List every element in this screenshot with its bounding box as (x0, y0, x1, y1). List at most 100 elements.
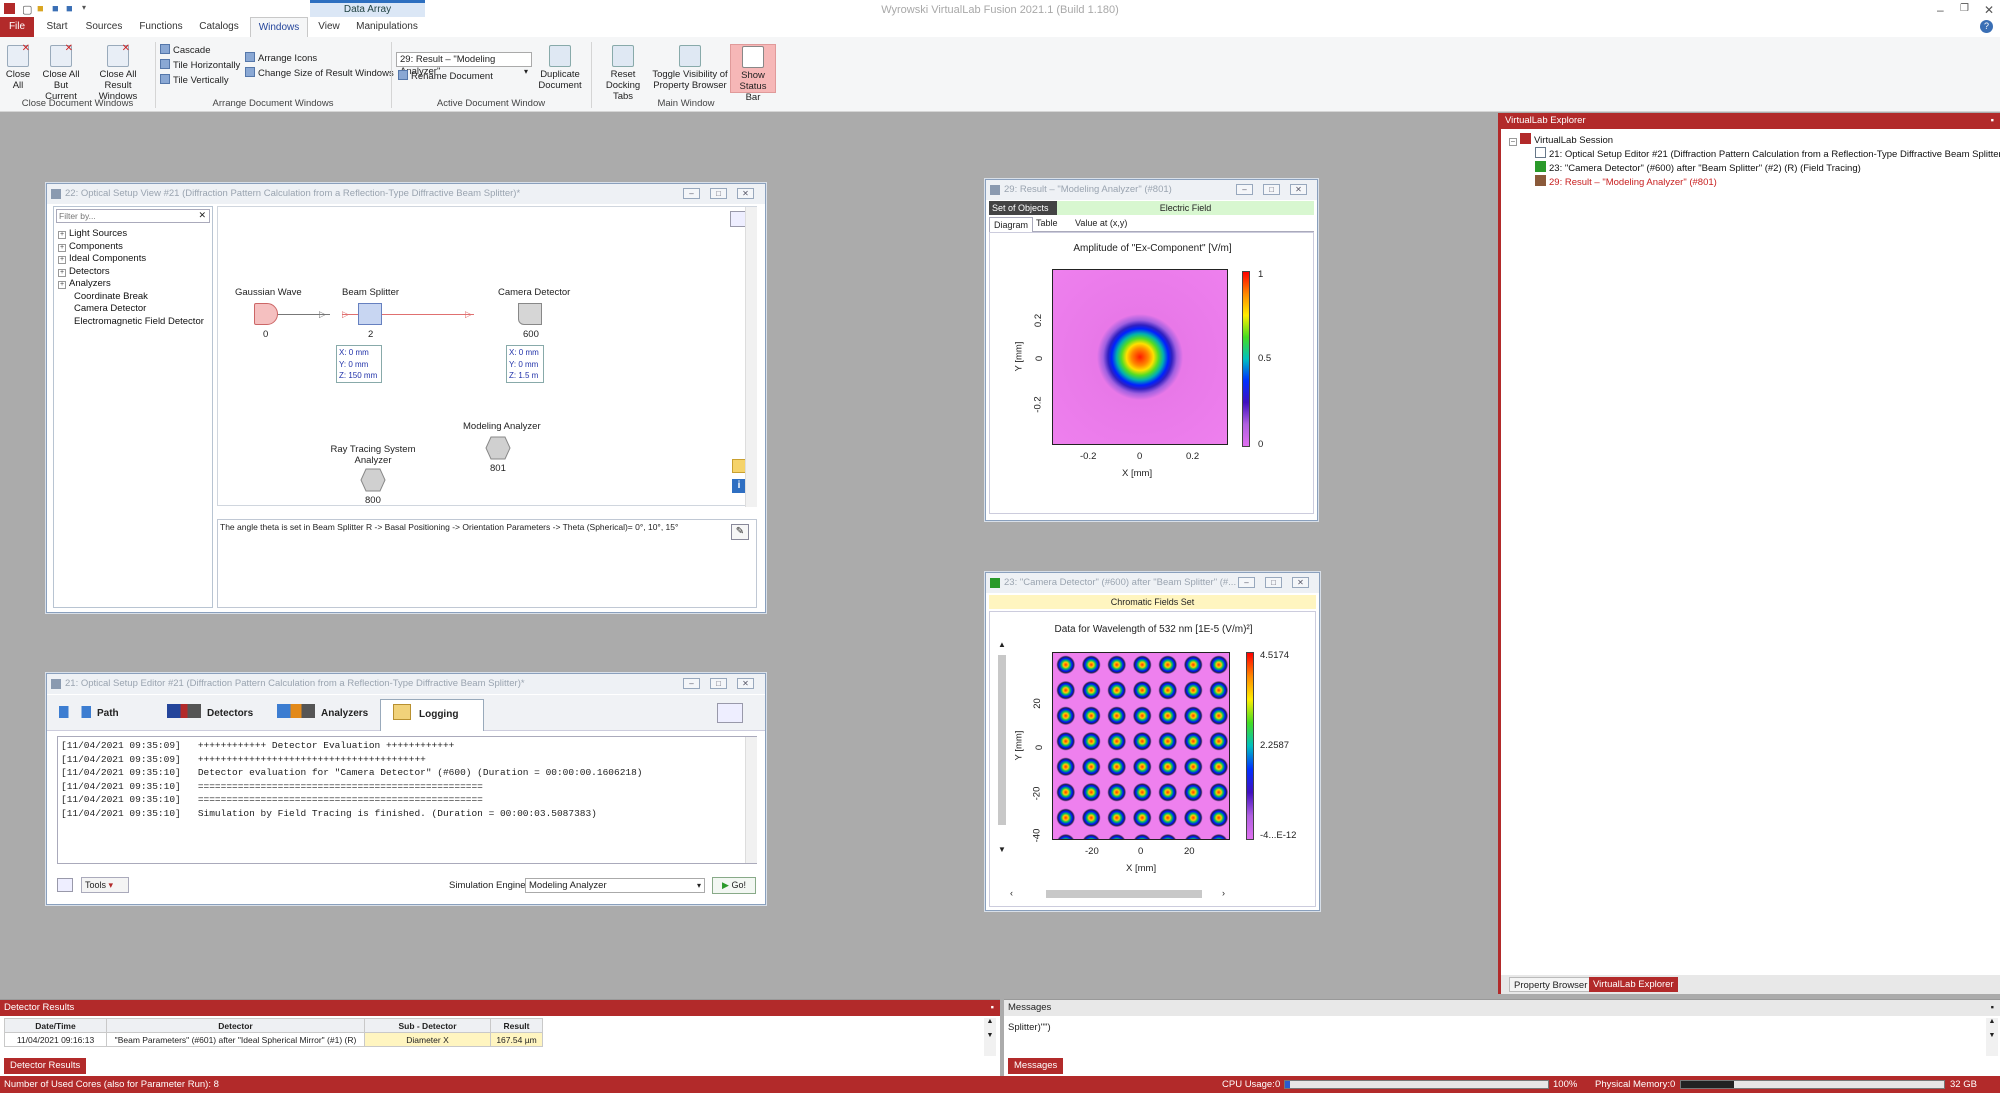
tab-detectors[interactable]: Detectors (167, 703, 253, 725)
tab-value-at-xy[interactable]: Value at (x,y) (1075, 218, 1127, 228)
close-all-but-current-button[interactable]: ✕ Close All But Current (37, 43, 85, 102)
log-scrollbar[interactable] (745, 737, 757, 863)
maximize-button[interactable]: □ (710, 188, 727, 199)
tree-item-coordinate-break[interactable]: Coordinate Break (58, 291, 204, 304)
tile-horizontally-button[interactable]: Tile Horizontally (160, 59, 240, 73)
field-amplitude-plot[interactable] (1052, 269, 1228, 445)
cascade-button[interactable]: Cascade (160, 44, 211, 58)
tab-property-browser[interactable]: Property Browser (1509, 977, 1593, 992)
pin-icon[interactable]: ▪ (1991, 1000, 1994, 1016)
tab-sources[interactable]: Sources (82, 17, 126, 37)
window-titlebar[interactable]: 21: Optical Setup Editor #21 (Diffractio… (47, 674, 765, 694)
set-of-objects-button[interactable]: Set of Objects (989, 201, 1057, 215)
collapse-icon[interactable]: – (1509, 138, 1517, 146)
camera-detector-position-box[interactable]: X: 0 mm Y: 0 mm Z: 1.5 m (506, 345, 544, 383)
go-button[interactable]: ▶ Go! (712, 877, 756, 894)
gaussian-wave-node[interactable] (254, 303, 278, 325)
tab-file[interactable]: File (0, 17, 34, 37)
modeling-analyzer-node[interactable] (485, 436, 511, 460)
column-header[interactable]: Sub - Detector (364, 1018, 491, 1033)
clear-filter-icon[interactable]: ✕ (198, 210, 206, 221)
tab-messages[interactable]: Messages (1008, 1058, 1064, 1074)
messages-scrollbar[interactable]: ▲ ▼ (1986, 1018, 1998, 1056)
pin-icon[interactable]: ▪ (991, 1000, 994, 1016)
arrange-icons-button[interactable]: Arrange Icons (245, 52, 317, 66)
active-document-select[interactable]: 29: Result – "Modeling Analyzer" ▾ (396, 52, 532, 77)
note-icon[interactable] (732, 459, 746, 473)
editor-settings-icon[interactable] (57, 878, 73, 892)
log-panel[interactable]: [11/04/2021 09:35:09] ++++++++++++ Detec… (57, 736, 757, 864)
maximize-button[interactable]: □ (710, 678, 727, 689)
tree-item-camera-detector[interactable]: Camera Detector (58, 303, 204, 316)
duplicate-document-button[interactable]: Duplicate Document (533, 45, 587, 91)
tab-view[interactable]: View (313, 17, 345, 37)
toggle-property-browser-button[interactable]: Toggle Visibility of Property Browser (652, 45, 728, 91)
tree-item-ideal-components[interactable]: + Ideal Components (58, 253, 204, 266)
optical-setup-view-window[interactable]: 22: Optical Setup View #21 (Diffraction … (46, 183, 766, 613)
close-button[interactable]: ✕ (737, 678, 754, 689)
minimize-button[interactable]: – (1236, 184, 1253, 195)
editor-options-icon[interactable] (717, 703, 743, 723)
close-button[interactable]: ✕ (737, 188, 754, 199)
tab-logging[interactable]: Logging (380, 699, 484, 731)
tab-diagram[interactable]: Diagram (989, 217, 1033, 232)
restore-icon[interactable]: ❐ (1960, 3, 1969, 14)
detector-results-scrollbar[interactable]: ▲ ▼ (984, 1018, 996, 1056)
beam-splitter-node[interactable] (358, 303, 382, 325)
maximize-button[interactable]: □ (1265, 577, 1282, 588)
expand-icon[interactable]: + (58, 243, 66, 252)
expand-icon[interactable]: + (58, 281, 66, 289)
expand-icon[interactable]: + (58, 256, 66, 264)
expand-icon[interactable]: + (58, 268, 66, 277)
explorer-item-setup-editor[interactable]: 21: Optical Setup Editor #21 (Diffractio… (1535, 147, 2000, 162)
minimize-icon[interactable]: – (1937, 3, 1944, 17)
table-row[interactable]: 11/04/2021 09:16:13 "Beam Parameters" (#… (4, 1032, 543, 1047)
scroll-right-icon[interactable]: › (1222, 888, 1225, 898)
scroll-thumb[interactable] (998, 655, 1006, 825)
tree-item-components[interactable]: + Components (58, 241, 204, 254)
tools-button[interactable]: Tools ▾ (81, 877, 129, 893)
setup-note-panel[interactable]: The angle theta is set in Beam Splitter … (217, 519, 757, 608)
ray-tracing-analyzer-node[interactable] (360, 468, 386, 492)
beam-splitter-position-box[interactable]: X: 0 mm Y: 0 mm Z: 150 mm (336, 345, 382, 383)
simulation-engine-select[interactable]: Modeling Analyzer ▾ (525, 878, 705, 893)
canvas-scrollbar[interactable] (745, 207, 757, 507)
column-header[interactable]: Detector (106, 1018, 365, 1033)
vertical-scrollbar[interactable]: ▲ ▼ (996, 640, 1008, 870)
tree-item-light-sources[interactable]: + Light Sources (58, 228, 204, 241)
tab-analyzers[interactable]: Analyzers (277, 703, 368, 725)
help-icon[interactable]: ? (1980, 20, 1993, 33)
close-button[interactable]: ✕ (1290, 184, 1307, 195)
close-icon[interactable]: ✕ (1984, 3, 1994, 17)
camera-detector-result-window[interactable]: 23: "Camera Detector" (#600) after "Beam… (985, 572, 1320, 911)
tab-virtuallab-explorer[interactable]: VirtualLab Explorer (1589, 977, 1678, 992)
tab-start[interactable]: Start (40, 17, 74, 37)
optical-setup-editor-window[interactable]: 21: Optical Setup Editor #21 (Diffractio… (46, 673, 766, 905)
column-header[interactable]: Result (490, 1018, 543, 1033)
edit-note-icon[interactable]: ✎ (731, 524, 749, 540)
session-root[interactable]: – VirtualLab Session (1509, 133, 1613, 148)
tab-catalogs[interactable]: Catalogs (195, 17, 243, 37)
close-button[interactable]: ✕ (1292, 577, 1309, 588)
filter-field[interactable]: ✕ (56, 209, 210, 223)
info-icon[interactable]: i (732, 479, 746, 493)
reset-docking-tabs-button[interactable]: Reset Docking Tabs (595, 45, 651, 102)
tab-manipulations[interactable]: Manipulations (352, 17, 422, 37)
scroll-up-icon[interactable]: ▲ (996, 640, 1008, 649)
scroll-left-icon[interactable]: ‹ (1010, 888, 1013, 898)
tree-item-em-field-detector[interactable]: Electromagnetic Field Detector (58, 316, 204, 329)
minimize-button[interactable]: – (1238, 577, 1255, 588)
camera-detector-node[interactable] (518, 303, 542, 325)
explorer-item-camera-detector[interactable]: 23: "Camera Detector" (#600) after "Beam… (1535, 161, 1861, 176)
scroll-thumb[interactable] (1046, 890, 1202, 898)
tree-item-detectors[interactable]: + Detectors (58, 266, 204, 279)
modeling-analyzer-result-window[interactable]: 29: Result – "Modeling Analyzer" (#801) … (985, 179, 1318, 521)
explorer-item-modeling-result[interactable]: 29: Result – "Modeling Analyzer" (#801) (1535, 175, 1717, 190)
setup-canvas[interactable]: ▷ ▷ ▷ ▷ Gaussian Wave 0 Beam Splitter 2 … (217, 206, 757, 507)
tab-functions[interactable]: Functions (135, 17, 187, 37)
window-titlebar[interactable]: 22: Optical Setup View #21 (Diffraction … (47, 184, 765, 204)
camera-intensity-plot[interactable] (1052, 652, 1230, 840)
tile-vertically-button[interactable]: Tile Vertically (160, 74, 229, 88)
scroll-down-icon[interactable]: ▼ (996, 845, 1008, 854)
tree-item-analyzers[interactable]: + Analyzers (58, 278, 204, 291)
